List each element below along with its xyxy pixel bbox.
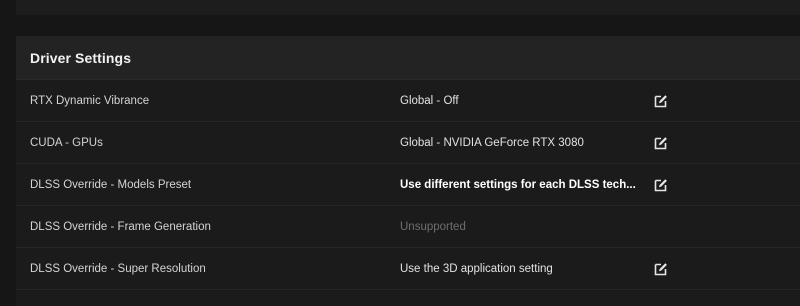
setting-value: Global - Off: [400, 95, 459, 107]
setting-row-dlss-models-preset[interactable]: DLSS Override - Models Preset Use differ…: [16, 164, 800, 206]
setting-value: Global - NVIDIA GeForce RTX 3080: [400, 137, 584, 149]
edit-icon[interactable]: [654, 136, 668, 150]
setting-label: DLSS Override - Models Preset: [30, 179, 192, 191]
edit-icon[interactable]: [654, 262, 668, 276]
setting-value: Use the 3D application setting: [400, 263, 553, 275]
setting-value: Unsupported: [400, 221, 466, 233]
setting-label: RTX Dynamic Vibrance: [30, 95, 150, 107]
top-strip: [16, 0, 800, 15]
setting-label: CUDA - GPUs: [30, 137, 103, 149]
driver-settings-panel: Driver Settings RTX Dynamic Vibrance Glo…: [16, 36, 800, 306]
setting-label: DLSS Override - Super Resolution: [30, 263, 206, 275]
setting-label: DLSS Override - Frame Generation: [30, 221, 211, 233]
setting-value: Use different settings for each DLSS tec…: [400, 179, 636, 191]
setting-row-dlss-frame-generation: DLSS Override - Frame Generation Unsuppo…: [16, 206, 800, 248]
panel-title: Driver Settings: [30, 49, 132, 66]
panel-header: Driver Settings: [16, 36, 800, 80]
setting-row-rtx-dynamic-vibrance[interactable]: RTX Dynamic Vibrance Global - Off: [16, 80, 800, 122]
edit-icon[interactable]: [654, 178, 668, 192]
setting-row-cuda-gpus[interactable]: CUDA - GPUs Global - NVIDIA GeForce RTX …: [16, 122, 800, 164]
setting-row-dlss-super-resolution[interactable]: DLSS Override - Super Resolution Use the…: [16, 248, 800, 290]
edit-icon[interactable]: [654, 94, 668, 108]
driver-settings-page: Driver Settings RTX Dynamic Vibrance Glo…: [0, 0, 800, 306]
